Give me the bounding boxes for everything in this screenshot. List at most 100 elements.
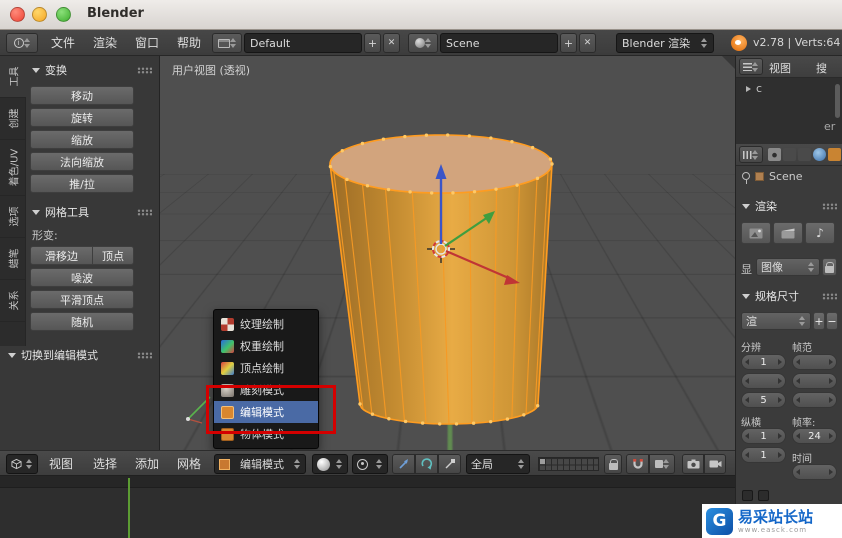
snap-element-dropdown[interactable] xyxy=(649,454,675,474)
menu-mesh[interactable]: 网格 xyxy=(172,451,206,477)
render-tab-icon[interactable] xyxy=(768,148,781,161)
operator-panel-header[interactable]: 切换到编辑模式 xyxy=(8,347,152,363)
noise-button[interactable]: 噪波 xyxy=(30,268,134,287)
active-layer-cell[interactable] xyxy=(540,459,545,464)
resolution-y-field[interactable] xyxy=(741,373,786,389)
disclosure-triangle-icon[interactable] xyxy=(746,86,751,92)
rotate-button[interactable]: 旋转 xyxy=(30,108,134,127)
menu-item-weight-paint[interactable]: 权重绘制 xyxy=(214,335,318,357)
edge-slide-button[interactable]: 滑移边 xyxy=(30,246,93,265)
close-window-button[interactable] xyxy=(10,7,25,22)
menu-window[interactable]: 窗口 xyxy=(130,30,164,56)
menu-item-texture-paint[interactable]: 纹理绘制 xyxy=(214,313,318,335)
object-tab-icon[interactable] xyxy=(828,148,841,161)
rotate-manipulator-button[interactable] xyxy=(415,454,438,474)
pin-id-icon[interactable] xyxy=(742,172,750,184)
render-panel-header[interactable]: 渲染 xyxy=(742,198,837,214)
transform-panel-header[interactable]: 变换 xyxy=(32,62,152,78)
info-editor-type-button[interactable]: i xyxy=(6,33,38,53)
dimensions-panel-header[interactable]: 规格尺寸 xyxy=(742,288,837,304)
crop-render-checkbox[interactable] xyxy=(758,490,769,501)
frame-end-field[interactable] xyxy=(792,373,837,389)
menu-select[interactable]: 选择 xyxy=(88,451,122,477)
pivot-point-dropdown[interactable] xyxy=(352,454,388,474)
minimize-window-button[interactable] xyxy=(32,7,47,22)
panel-drag-dots[interactable] xyxy=(822,292,837,300)
tab-options[interactable]: 选项 xyxy=(0,196,26,238)
tab-shading-uv[interactable]: 着色/UV xyxy=(0,140,26,196)
resolution-x-field[interactable]: 1 xyxy=(741,354,786,370)
time-remap-field[interactable] xyxy=(792,464,837,480)
outliner-tree[interactable]: c er xyxy=(736,78,842,144)
timeline-track[interactable] xyxy=(0,487,735,538)
scene-tab-icon[interactable] xyxy=(798,148,811,161)
render-animation-button[interactable] xyxy=(773,222,803,244)
opengl-render-animation-button[interactable] xyxy=(704,454,726,474)
outliner-item[interactable]: c xyxy=(756,82,762,95)
maximize-window-button[interactable] xyxy=(56,7,71,22)
render-preset-dropdown[interactable]: 渲 xyxy=(741,312,811,330)
menu-file[interactable]: 文件 xyxy=(46,30,80,56)
mode-dropdown[interactable]: 编辑模式 xyxy=(214,454,306,474)
menu-view[interactable]: 视图 xyxy=(44,451,78,477)
panel-drag-dots[interactable] xyxy=(822,202,837,210)
render-display-dropdown[interactable]: 图像 xyxy=(756,258,820,276)
display-lock-button[interactable] xyxy=(822,258,837,276)
scene-browse-button[interactable] xyxy=(408,33,438,53)
region-corner-widget[interactable] xyxy=(722,56,735,69)
panel-drag-dots[interactable] xyxy=(137,351,152,359)
viewport-editor-type-button[interactable] xyxy=(6,454,38,474)
add-screen-layout-button[interactable]: + xyxy=(364,33,381,53)
randomize-button[interactable]: 随机 xyxy=(30,312,134,331)
delete-screen-layout-button[interactable]: ✕ xyxy=(383,33,400,53)
translate-button[interactable]: 移动 xyxy=(30,86,134,105)
screen-layout-browse-button[interactable] xyxy=(212,33,242,53)
outliner-editor-type-button[interactable] xyxy=(739,58,763,75)
snap-toggle-button[interactable] xyxy=(626,454,649,474)
world-tab-icon[interactable] xyxy=(813,148,826,161)
remove-preset-button[interactable]: − xyxy=(826,312,838,330)
render-audio-button[interactable]: ♪ xyxy=(805,222,835,244)
add-preset-button[interactable]: + xyxy=(813,312,825,330)
menu-add[interactable]: 添加 xyxy=(130,451,164,477)
outliner-search-menu[interactable]: 搜 xyxy=(816,60,827,76)
screen-layout-name-field[interactable]: Default xyxy=(244,33,362,53)
delete-scene-button[interactable]: ✕ xyxy=(579,33,596,53)
scale-manipulator-button[interactable] xyxy=(438,454,461,474)
render-still-button[interactable] xyxy=(741,222,771,244)
opengl-render-image-button[interactable] xyxy=(682,454,704,474)
push-pull-button[interactable]: 推/拉 xyxy=(30,174,134,193)
3d-viewport[interactable]: 用户视图 (透视) 纹理绘制 权重绘制 顶点绘制 雕刻模式 编辑模式 物体模式 xyxy=(160,56,735,450)
menu-item-vertex-paint[interactable]: 顶点绘制 xyxy=(214,357,318,379)
tab-grease-pencil[interactable]: 蜡笔 xyxy=(0,238,26,280)
vertex-slide-button[interactable]: 顶点 xyxy=(93,246,134,265)
timeline-editor[interactable] xyxy=(0,476,735,538)
tab-tools[interactable]: 工具 xyxy=(0,56,26,98)
outliner-item[interactable]: er xyxy=(824,120,835,133)
frame-start-field[interactable] xyxy=(792,354,837,370)
current-frame-marker[interactable] xyxy=(128,478,130,538)
aspect-x-field[interactable]: 1 xyxy=(741,428,786,444)
outliner-scrollbar[interactable] xyxy=(835,84,840,118)
panel-drag-dots[interactable] xyxy=(137,66,152,74)
add-scene-button[interactable]: + xyxy=(560,33,577,53)
frame-step-field[interactable] xyxy=(792,392,837,408)
properties-editor-type-button[interactable] xyxy=(739,146,763,163)
scale-button[interactable]: 缩放 xyxy=(30,130,134,149)
tab-relations[interactable]: 关系 xyxy=(0,280,26,322)
resolution-percent-field[interactable]: 5 xyxy=(741,392,786,408)
aspect-y-field[interactable]: 1 xyxy=(741,447,786,463)
outliner-view-menu[interactable]: 视图 xyxy=(769,60,791,76)
cylinder-object[interactable] xyxy=(295,116,585,436)
border-render-checkbox[interactable] xyxy=(742,490,753,501)
tab-create[interactable]: 创建 xyxy=(0,98,26,140)
scene-name-field[interactable]: Scene xyxy=(440,33,558,53)
viewport-shading-dropdown[interactable] xyxy=(312,454,348,474)
translate-manipulator-button[interactable] xyxy=(392,454,415,474)
render-engine-dropdown[interactable]: Blender 渲染 xyxy=(616,33,714,53)
lock-to-scene-button[interactable] xyxy=(604,454,622,474)
layers-widget[interactable] xyxy=(538,457,599,471)
render-layers-tab-icon[interactable] xyxy=(783,148,796,161)
panel-drag-dots[interactable] xyxy=(137,208,152,216)
menu-render[interactable]: 渲染 xyxy=(88,30,122,56)
